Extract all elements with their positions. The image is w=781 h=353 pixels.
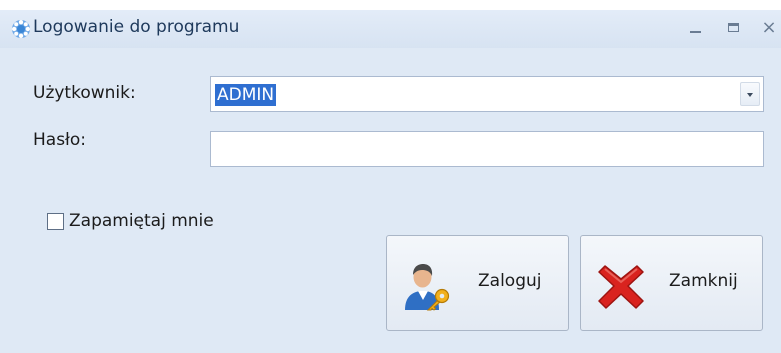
close-window-button[interactable]: × [757, 15, 781, 41]
red-x-icon [598, 265, 644, 309]
user-value[interactable]: ADMIN [215, 84, 277, 106]
maximize-icon [728, 23, 739, 32]
user-combobox[interactable]: ADMIN [210, 76, 764, 112]
minimize-icon [690, 31, 701, 33]
minimize-button[interactable] [684, 15, 708, 41]
user-key-icon [405, 264, 450, 311]
login-window: Logowanie do programu × Użytkownik: ADMI… [0, 10, 781, 353]
close-button[interactable]: Zamknij [580, 235, 763, 331]
login-button[interactable]: Zaloguj [386, 235, 569, 331]
maximize-button[interactable] [722, 15, 746, 41]
password-field[interactable] [210, 131, 764, 167]
password-label: Hasło: [33, 130, 87, 150]
login-label: Zaloguj [478, 271, 542, 291]
app-gear-icon [12, 20, 30, 38]
user-label: Użytkownik: [33, 83, 136, 103]
close-label: Zamknij [669, 271, 738, 291]
chevron-down-icon[interactable] [740, 82, 760, 106]
window-title: Logowanie do programu [33, 17, 240, 37]
title-bar[interactable]: Logowanie do programu × [0, 10, 781, 48]
remember-checkbox[interactable] [47, 213, 64, 230]
close-icon: × [761, 17, 777, 38]
remember-label[interactable]: Zapamiętaj mnie [69, 211, 214, 231]
